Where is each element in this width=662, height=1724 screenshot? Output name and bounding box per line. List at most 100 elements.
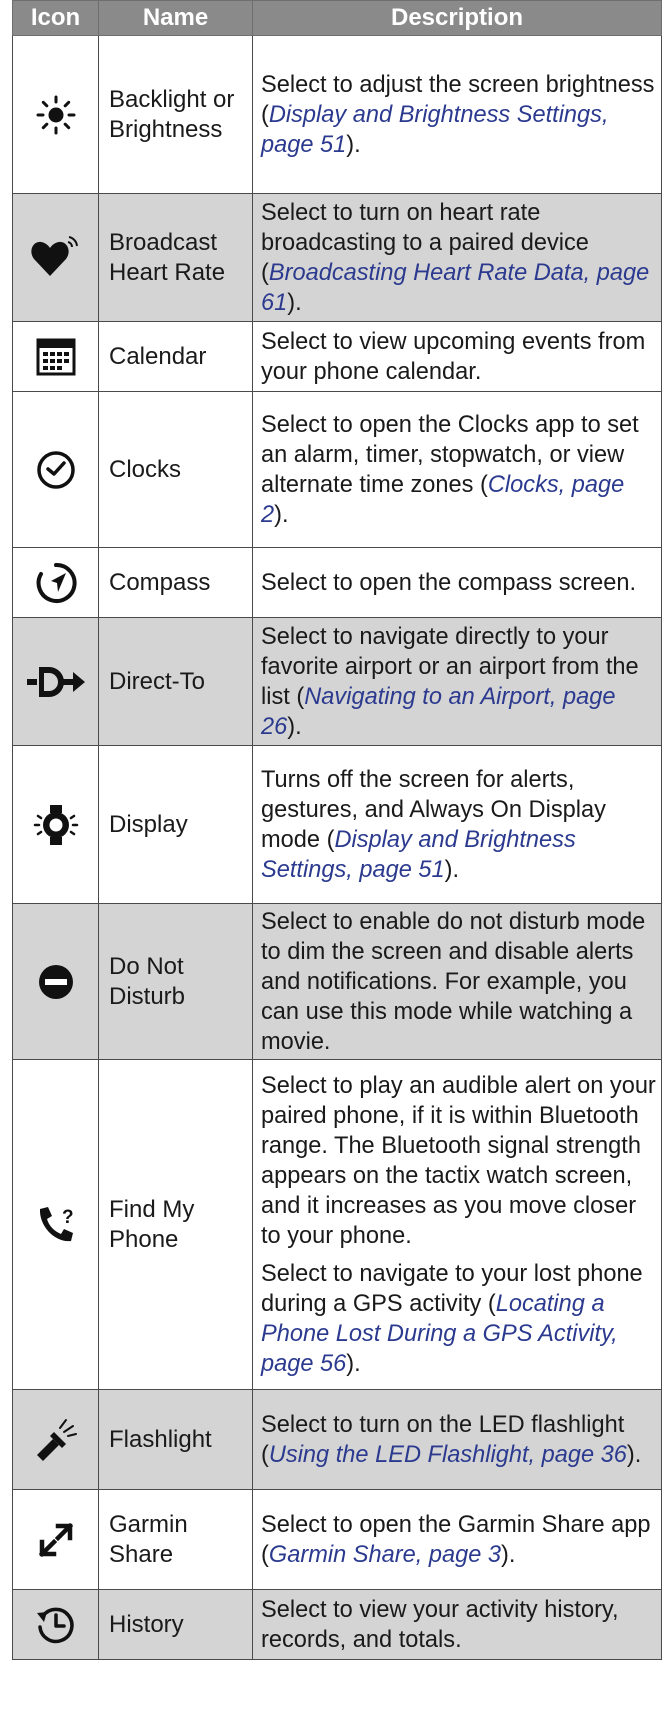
description-paragraph: Select to open the compass screen. — [261, 568, 657, 598]
header-icon: Icon — [12, 0, 99, 36]
row-name: Clocks — [98, 391, 253, 548]
table-row: ? Find My Phone Select to play an audible… — [12, 1059, 662, 1390]
name-line: Share — [109, 1540, 174, 1568]
table-header-row: Icon Name Description — [12, 0, 662, 36]
table-row: Display Turns off the screen for alerts,… — [12, 745, 662, 904]
row-name: Garmin Share — [98, 1489, 253, 1590]
cross-reference-link[interactable]: Navigating to an Airport, page 26 — [261, 684, 616, 740]
name-line: Garmin — [109, 1510, 188, 1538]
row-icon-cell — [12, 35, 99, 194]
name-line: Direct-To — [109, 667, 206, 695]
table-row: Clocks Select to open the Clocks app to … — [12, 391, 662, 548]
name-line: History — [109, 1610, 184, 1638]
description-text: ). — [346, 1350, 361, 1377]
header-description: Description — [252, 0, 662, 36]
row-description: Select to adjust the screen brightness (… — [252, 35, 662, 194]
row-icon-cell — [12, 1389, 99, 1490]
row-name: Display — [98, 745, 253, 904]
name-line: Compass — [109, 568, 211, 596]
flashlight-icon — [33, 1417, 79, 1463]
row-icon-cell: ? — [12, 1059, 99, 1390]
row-icon-cell — [12, 745, 99, 904]
table-row: Broadcast Heart Rate Select to turn on he… — [12, 193, 662, 322]
row-icon-cell — [12, 547, 99, 618]
row-icon-cell — [12, 391, 99, 548]
row-description: Select to play an audible alert on your … — [252, 1059, 662, 1390]
row-description: Select to open the Garmin Share app (Gar… — [252, 1489, 662, 1590]
name-line: Heart Rate — [109, 258, 226, 286]
compass-icon — [35, 562, 77, 604]
row-name: Find My Phone — [98, 1059, 253, 1390]
description-paragraph: Select to view upcoming events from your… — [261, 327, 657, 387]
description-paragraph: Select to turn on heart rate broadcastin… — [261, 198, 657, 318]
row-name: Broadcast Heart Rate — [98, 193, 253, 322]
table-row: Direct-To Select to navigate directly to… — [12, 617, 662, 746]
row-description: Select to open the Clocks app to set an … — [252, 391, 662, 548]
description-paragraph: Select to navigate to your lost phone du… — [261, 1259, 657, 1379]
description-text: ). — [626, 1441, 642, 1468]
calendar-icon — [36, 337, 76, 377]
cross-reference-link[interactable]: Broadcasting Heart Rate Data, page 61 — [261, 260, 649, 316]
name-line: Clocks — [109, 455, 182, 483]
name-line: Backlight or — [109, 85, 235, 113]
heart-broadcast-icon — [30, 235, 82, 280]
description-text: Select to play an audible alert on your … — [261, 1072, 656, 1249]
row-icon-cell — [12, 1489, 99, 1590]
garmin-share-icon — [35, 1519, 77, 1561]
row-description: Select to view upcoming events from your… — [252, 321, 662, 392]
description-paragraph: Select to adjust the screen brightness (… — [261, 70, 657, 160]
display-watch-icon — [33, 802, 79, 848]
cross-reference-link[interactable]: Display and Brightness Settings, page 51 — [261, 102, 609, 158]
description-text: Select to view your activity history, re… — [261, 1596, 619, 1653]
description-text: ). — [274, 501, 289, 528]
name-line: Brightness — [109, 115, 223, 143]
description-text: ). — [501, 1541, 516, 1568]
row-description: Select to turn on heart rate broadcastin… — [252, 193, 662, 322]
table-row: History Select to view your activity his… — [12, 1589, 662, 1660]
row-name: Direct-To — [98, 617, 253, 746]
description-paragraph: Select to open the Garmin Share app (Gar… — [261, 1510, 657, 1570]
row-description: Select to view your activity history, re… — [252, 1589, 662, 1660]
description-text: ). — [346, 131, 361, 158]
header-name: Name — [98, 0, 253, 36]
description-text: ). — [287, 713, 302, 740]
table-row: Flashlight Select to turn on the LED fla… — [12, 1389, 662, 1490]
table-row: Do Not Disturb Select to enable do not di… — [12, 903, 662, 1060]
controls-table: Icon Name Description Backlight or Bright… — [12, 0, 662, 1660]
description-text: ). — [287, 289, 302, 316]
name-line: Disturb — [109, 982, 186, 1010]
table-row: Compass Select to open the compass scree… — [12, 547, 662, 618]
table-row: Garmin Share Select to open the Garmin Sh… — [12, 1489, 662, 1590]
row-icon-cell — [12, 193, 99, 322]
description-paragraph: Select to navigate directly to your favo… — [261, 622, 657, 742]
name-line: Display — [109, 810, 188, 838]
row-name: History — [98, 1589, 253, 1660]
row-icon-cell — [12, 1589, 99, 1660]
row-icon-cell — [12, 321, 99, 392]
clock-check-icon — [35, 449, 77, 491]
table-row: Backlight or Brightness Select to adjust … — [12, 35, 662, 194]
description-text: Select to open the compass screen. — [261, 569, 637, 596]
cross-reference-link[interactable]: Garmin Share, page 3 — [269, 1542, 501, 1568]
cross-reference-link[interactable]: Using the LED Flashlight, page 36 — [269, 1442, 627, 1468]
name-line: Broadcast — [109, 228, 218, 256]
description-paragraph: Select to open the Clocks app to set an … — [261, 410, 657, 530]
row-name: Flashlight — [98, 1389, 253, 1490]
row-description: Select to enable do not disturb mode to … — [252, 903, 662, 1060]
description-paragraph: Select to play an audible alert on your … — [261, 1071, 657, 1251]
row-name: Do Not Disturb — [98, 903, 253, 1060]
description-paragraph: Turns off the screen for alerts, gesture… — [261, 765, 657, 885]
row-description: Select to navigate directly to your favo… — [252, 617, 662, 746]
row-icon-cell — [12, 903, 99, 1060]
svg-text:?: ? — [62, 1207, 74, 1228]
row-icon-cell — [12, 617, 99, 746]
description-paragraph: Select to turn on the LED flashlight (Us… — [261, 1410, 657, 1470]
name-line: Do Not — [109, 952, 184, 980]
row-name: Backlight or Brightness — [98, 35, 253, 194]
table-row: Calendar Select to view upcoming events … — [12, 321, 662, 392]
row-name: Compass — [98, 547, 253, 618]
description-paragraph: Select to view your activity history, re… — [261, 1595, 657, 1655]
direct-to-icon — [25, 663, 87, 701]
name-line: Find My — [109, 1195, 195, 1223]
do-not-disturb-icon — [37, 963, 75, 1001]
